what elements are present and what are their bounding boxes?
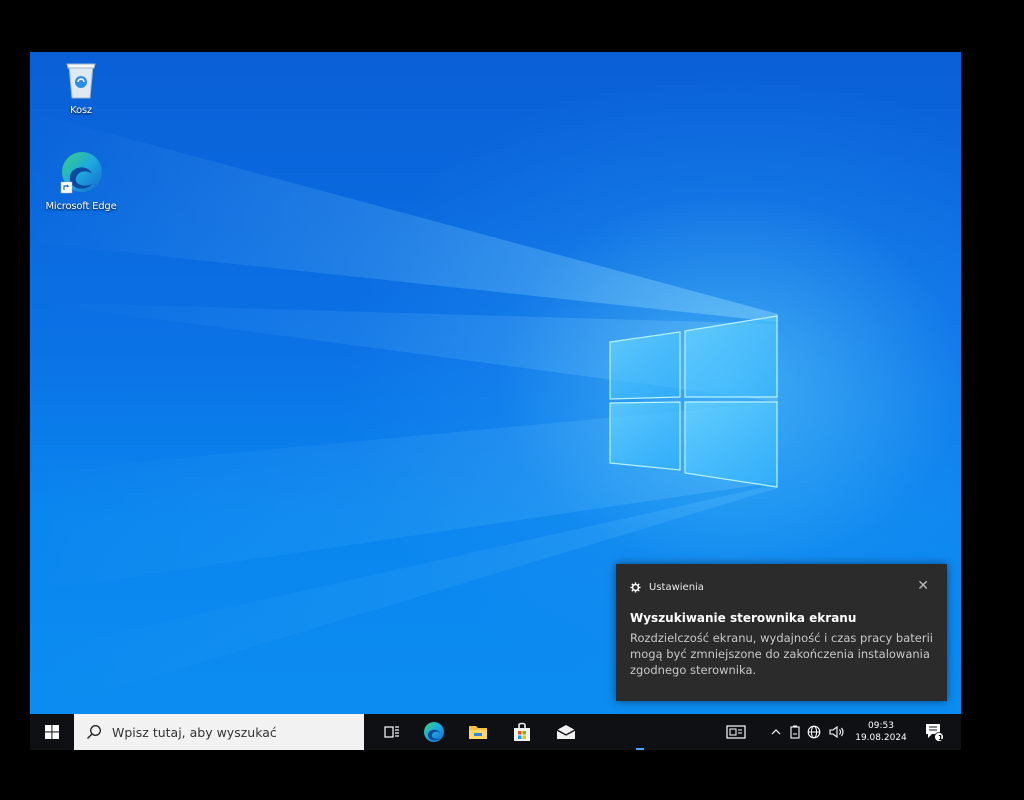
desktop-screen: Kosz Microsoft Edge Ustawienia ✕ Wyszuki… <box>30 52 961 750</box>
clock-time: 09:53 <box>868 721 894 731</box>
taskbar-store-button[interactable] <box>502 714 542 750</box>
notification-close-button[interactable]: ✕ <box>917 579 929 593</box>
notification-app-name: Ustawienia <box>649 582 704 593</box>
meet-now-button[interactable] <box>786 714 804 750</box>
task-view-icon <box>384 726 399 738</box>
desktop-icon-label: Microsoft Edge <box>45 201 117 212</box>
taskbar-search-box[interactable]: Wpisz tutaj, aby wyszukać <box>74 714 364 750</box>
action-center-button[interactable]: 1 <box>916 714 952 750</box>
chevron-up-icon <box>771 729 781 735</box>
news-widget-button[interactable] <box>718 714 754 750</box>
desktop-icon-edge[interactable]: Microsoft Edge <box>40 150 122 212</box>
volume-button[interactable] <box>826 714 848 750</box>
notification-toast[interactable]: Ustawienia ✕ Wyszukiwanie sterownika ekr… <box>616 564 947 701</box>
windows-start-icon <box>45 725 59 739</box>
desktop-icon-recycle-bin[interactable]: Kosz <box>40 60 122 116</box>
battery-icon <box>790 725 800 739</box>
active-app-indicator <box>636 748 644 750</box>
network-globe-icon <box>807 725 821 739</box>
recycle-bin-icon <box>66 63 96 99</box>
notification-body: Rozdzielczość ekranu, wydajność i czas p… <box>630 631 933 677</box>
clock-button[interactable]: 09:53 19.08.2024 <box>852 714 910 750</box>
start-button[interactable] <box>30 714 74 750</box>
store-icon <box>514 722 530 741</box>
file-explorer-icon <box>469 726 487 739</box>
search-icon <box>87 725 101 739</box>
clock-date: 19.08.2024 <box>855 733 907 743</box>
task-view-button[interactable] <box>372 714 412 750</box>
gear-icon <box>630 582 641 593</box>
news-icon <box>726 725 746 739</box>
network-button[interactable] <box>804 714 824 750</box>
taskbar-mail-button[interactable] <box>546 714 586 750</box>
speaker-icon <box>829 725 844 739</box>
edge-icon <box>60 152 102 194</box>
search-placeholder: Wpisz tutaj, aby wyszukać <box>112 724 277 740</box>
mail-icon <box>556 725 576 739</box>
taskbar: Wpisz tutaj, aby wyszukać 09:53 19.08.20… <box>30 714 961 750</box>
edge-icon <box>424 722 444 742</box>
desktop-icon-label: Kosz <box>70 105 92 116</box>
show-hidden-icons-button[interactable] <box>766 714 786 750</box>
notification-header: Ustawienia <box>630 582 704 593</box>
notification-count-badge: 1 <box>938 734 943 742</box>
taskbar-file-explorer-button[interactable] <box>458 714 498 750</box>
notification-title: Wyszukiwanie sterownika ekranu <box>630 611 857 625</box>
taskbar-edge-button[interactable] <box>414 714 454 750</box>
